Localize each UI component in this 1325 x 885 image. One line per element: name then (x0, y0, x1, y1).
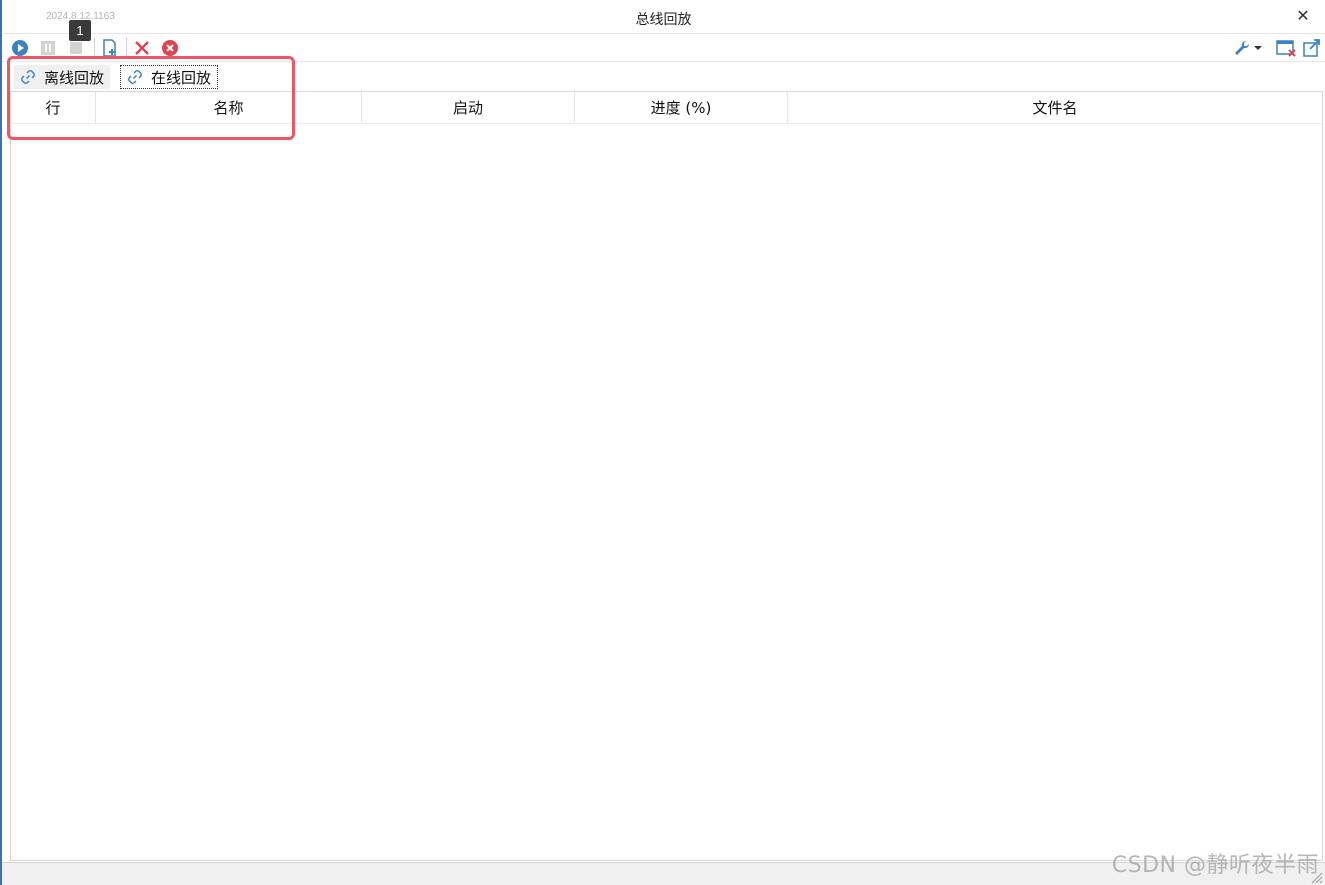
column-header-row[interactable]: 行 (11, 92, 96, 124)
bus-replay-window: 2024.8.12.1163 总线回放 ✕ 1 离线回放 在线回放 行 名称 启… (0, 0, 1325, 885)
column-header-filename[interactable]: 文件名 (788, 92, 1322, 124)
pause-icon[interactable] (38, 38, 58, 58)
replay-table[interactable]: 行 名称 启动 进度 (%) 文件名 (10, 91, 1323, 861)
stop-icon[interactable] (66, 38, 86, 58)
chevron-down-icon[interactable] (1252, 38, 1264, 58)
delete-icon[interactable] (132, 38, 152, 58)
watermark: CSDN @静听夜半雨 (1111, 853, 1319, 878)
window-title: 总线回放 (635, 12, 692, 28)
add-file-icon[interactable] (100, 38, 120, 58)
window-close-icon[interactable] (1276, 38, 1296, 58)
tab-online-replay[interactable]: 在线回放 (120, 65, 219, 89)
table-header: 行 名称 启动 进度 (%) 文件名 (11, 92, 1322, 124)
column-header-progress[interactable]: 进度 (%) (575, 92, 788, 124)
wrench-icon[interactable] (1232, 38, 1252, 58)
toolbar-badge: 1 (69, 20, 91, 41)
play-icon[interactable] (10, 38, 30, 58)
toolbar (2, 34, 1325, 62)
tab-offline-replay-label: 离线回放 (44, 68, 105, 87)
toolbar-separator (126, 38, 127, 58)
toolbar-separator (94, 38, 95, 58)
link-icon (125, 67, 145, 87)
tab-online-replay-label: 在线回放 (151, 68, 212, 87)
close-window-button[interactable]: ✕ (1295, 6, 1311, 26)
title-bar: 2024.8.12.1163 总线回放 ✕ (2, 0, 1325, 34)
column-header-name[interactable]: 名称 (96, 92, 362, 124)
tab-offline-replay[interactable]: 离线回放 (14, 65, 111, 89)
column-header-start[interactable]: 启动 (362, 92, 575, 124)
export-icon[interactable] (1302, 38, 1322, 58)
tab-strip: 离线回放 在线回放 (10, 63, 1323, 91)
clear-all-icon[interactable] (160, 38, 180, 58)
link-icon (18, 67, 38, 87)
